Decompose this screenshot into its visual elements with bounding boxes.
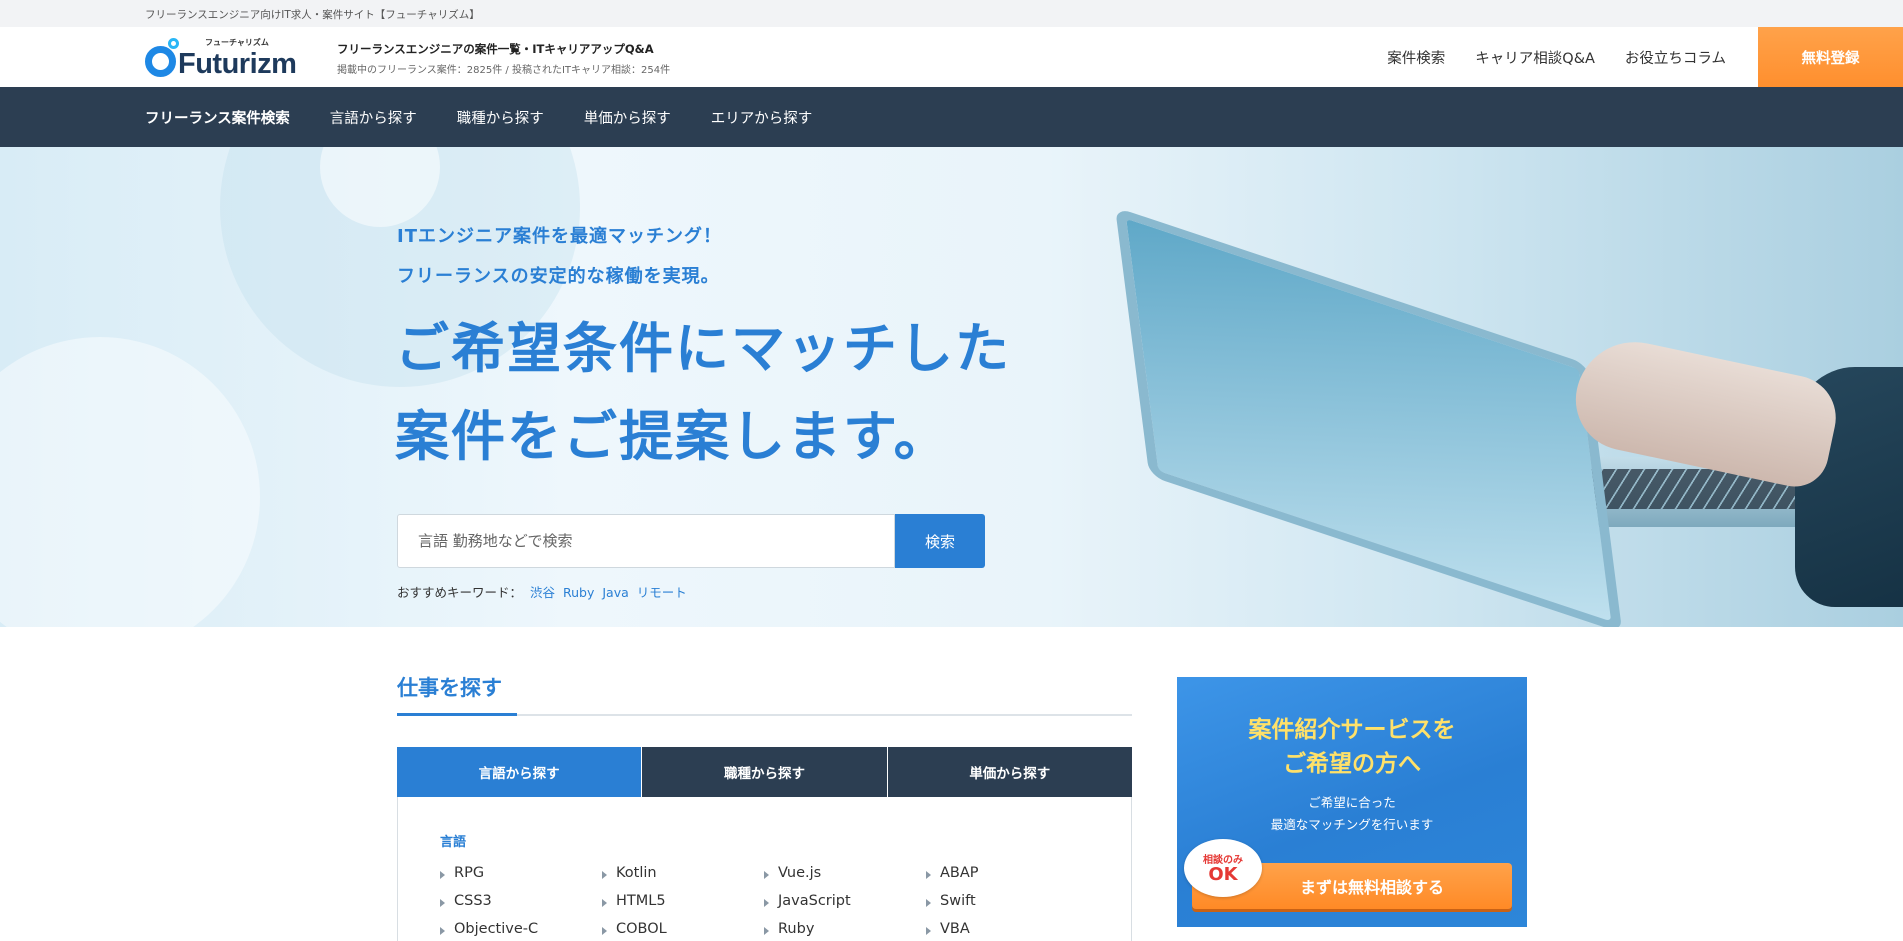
hero-catch-1: ITエンジニア案件を最適マッチング！ — [397, 226, 722, 247]
main-nav: フリーランス案件検索 言語から探す 職種から探す 単価から探す エリアから探す — [0, 87, 1903, 147]
language-link[interactable]: HTML5 — [602, 893, 764, 909]
language-link[interactable]: Objective-C — [440, 921, 602, 937]
nav-job-search[interactable]: 案件検索 — [1387, 47, 1445, 68]
banner-headline: 案件紹介サービスを ご希望の方へ — [1177, 713, 1527, 781]
keyword-label: おすすめキーワード： — [397, 585, 523, 600]
tagline-main: フリーランスエンジニアの案件一覧・ITキャリアアップQ&A — [337, 42, 654, 56]
language-link[interactable]: Kotlin — [602, 865, 764, 881]
tab-by-job-type[interactable]: 職種から探す — [642, 747, 887, 797]
site-description: フリーランスエンジニア向けIT求人・案件サイト【フューチャリズム】 — [145, 9, 480, 21]
banner-subtext-line-2: 最適なマッチングを行います — [1270, 817, 1434, 832]
header-nav: 案件検索 キャリア相談Q&A お役立ちコラム — [1387, 27, 1726, 87]
mainnav-by-area[interactable]: エリアから探す — [711, 107, 813, 128]
mainnav-by-rate[interactable]: 単価から探す — [584, 107, 671, 128]
header-tagline: フリーランスエンジニアの案件一覧・ITキャリアアップQ&A 掲載中のフリーランス… — [337, 41, 670, 76]
banner-subtext: ご希望に合った 最適なマッチングを行います — [1177, 792, 1527, 836]
language-link[interactable]: Swift — [926, 893, 1088, 909]
hero-headline-line-1: ご希望条件にマッチした — [395, 317, 1011, 380]
site-logo[interactable]: フューチャリズム Futurizm — [145, 35, 320, 81]
hero-headline-line-2: 案件をご提案します。 — [395, 405, 950, 468]
hero-laptop-image — [1115, 207, 1903, 627]
panel-label: 言語 — [440, 835, 467, 850]
nav-column[interactable]: お役立ちコラム — [1625, 47, 1726, 68]
language-link[interactable]: RPG — [440, 865, 602, 881]
search-button[interactable]: 検索 — [895, 514, 985, 568]
tab-by-rate[interactable]: 単価から探す — [887, 747, 1132, 797]
language-link[interactable]: VBA — [926, 921, 1088, 937]
keyword-link[interactable]: Ruby — [563, 585, 594, 600]
language-link[interactable]: COBOL — [602, 921, 764, 937]
language-link[interactable]: JavaScript — [764, 893, 926, 909]
recommended-keywords: おすすめキーワード： 渋谷 Ruby Java リモート — [397, 582, 687, 601]
language-link[interactable]: ABAP — [926, 865, 1088, 881]
section-title: 仕事を探す — [397, 676, 502, 700]
tab-by-language[interactable]: 言語から探す — [397, 747, 642, 797]
logo-wordmark: Futurizm — [178, 48, 297, 80]
language-list: RPG Kotlin Vue.js ABAP CSS3 HTML5 JavaSc… — [440, 865, 1100, 937]
hero-decor — [0, 337, 260, 627]
keyword-link[interactable]: Java — [602, 585, 628, 600]
banner-subtext-line-1: ご希望に合った — [1308, 795, 1396, 810]
language-link[interactable]: Ruby — [764, 921, 926, 937]
search-input[interactable] — [397, 514, 895, 568]
banner-headline-line-1: 案件紹介サービスを — [1248, 717, 1456, 743]
job-search-tabs: 言語から探す 職種から探す 単価から探す — [397, 747, 1132, 797]
top-strip: フリーランスエンジニア向けIT求人・案件サイト【フューチャリズム】 — [0, 0, 1903, 27]
mainnav-by-job-type[interactable]: 職種から探す — [457, 107, 544, 128]
hero-catch-2: フリーランスの安定的な稼働を実現。 — [397, 266, 720, 287]
tagline-stats: 掲載中のフリーランス案件：2825件 / 投稿されたITキャリア相談：254件 — [337, 65, 671, 76]
consult-only-badge: 相談のみ OK — [1184, 839, 1262, 897]
language-link[interactable]: CSS3 — [440, 893, 602, 909]
keyword-link[interactable]: 渋谷 — [530, 585, 555, 600]
mainnav-freelance-search[interactable]: フリーランス案件検索 — [145, 107, 290, 128]
language-link[interactable]: Vue.js — [764, 865, 926, 881]
register-button[interactable]: 無料登録 — [1758, 27, 1903, 87]
mainnav-by-language[interactable]: 言語から探す — [330, 107, 417, 128]
consultation-banner[interactable]: 案件紹介サービスを ご希望の方へ ご希望に合った 最適なマッチングを行います ま… — [1177, 677, 1527, 927]
logo-kana: フューチャリズム — [205, 38, 269, 47]
keyword-link[interactable]: リモート — [637, 585, 687, 600]
logo-ring-icon — [145, 46, 176, 77]
language-panel: 言語 RPG Kotlin Vue.js ABAP CSS3 HTML5 Jav… — [397, 797, 1132, 941]
hero-section: ITエンジニア案件を最適マッチング！ フリーランスの安定的な稼働を実現。 ご希望… — [0, 147, 1903, 627]
hero-headline: ご希望条件にマッチした 案件をご提案します。 — [395, 305, 1011, 481]
site-header: フューチャリズム Futurizm フリーランスエンジニアの案件一覧・ITキャリ… — [0, 27, 1903, 87]
banner-headline-line-2: ご希望の方へ — [1283, 751, 1421, 777]
nav-career-qa[interactable]: キャリア相談Q&A — [1475, 47, 1595, 68]
section-divider-accent — [397, 713, 517, 716]
badge-large-text: OK — [1208, 864, 1238, 885]
